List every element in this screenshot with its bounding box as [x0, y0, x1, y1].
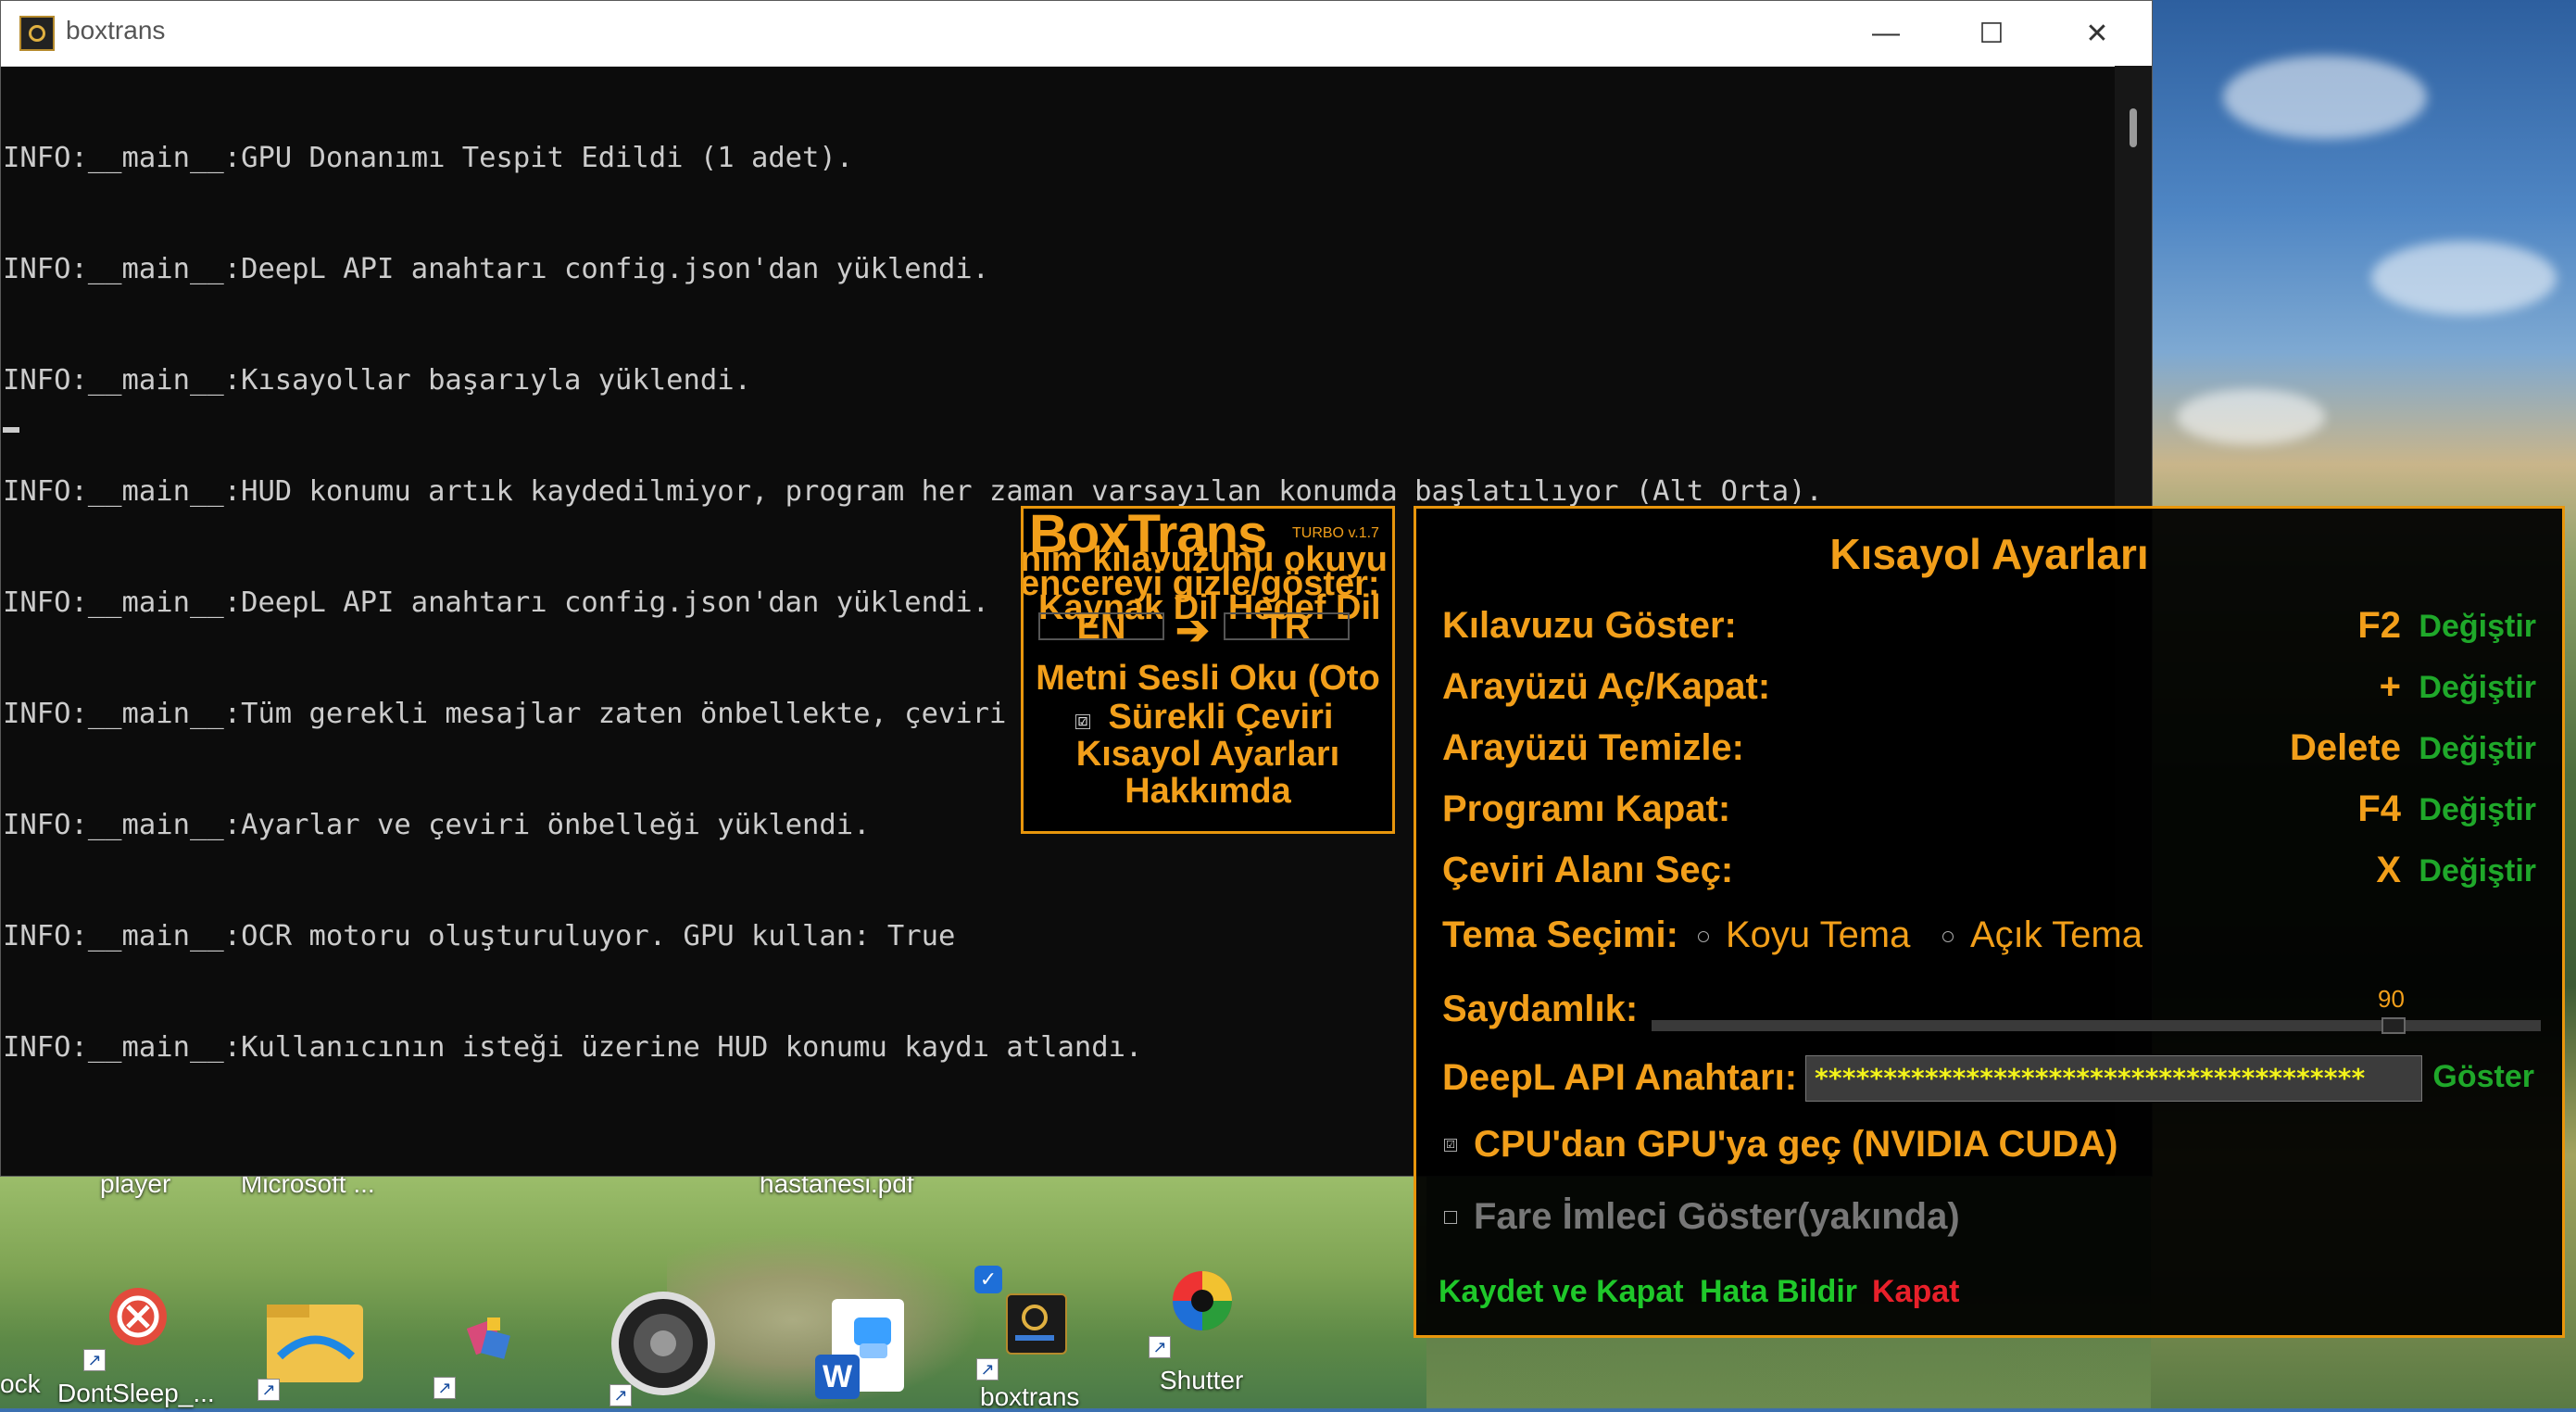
boxtrans-shortcut[interactable]: ✓ ↗ [974, 1266, 1082, 1380]
continuous-translate-label[interactable]: Sürekli Çeviri [1037, 698, 1392, 738]
light-theme-radio[interactable] [1942, 931, 1954, 942]
cursor-option-label: Fare İmleci Göster(yakında) [1474, 1196, 1960, 1237]
maximize-button[interactable]: ☐ [1939, 1, 2044, 66]
desktop-label-shutter[interactable]: Shutter [1160, 1366, 1243, 1395]
shortcut-settings-panel[interactable]: Kısayol Ayarları Kılavuzu Göster: F2 Değ… [1414, 506, 2565, 1338]
read-aloud-button[interactable]: Metni Sesli Oku (Oto [1024, 659, 1392, 699]
console-line: INFO:__main__:DeepL API anahtarı config.… [3, 253, 990, 285]
boxtrans-icon [1006, 1293, 1067, 1355]
shortcut-label-select-area: Çeviri Alanı Seç: [1442, 850, 1734, 890]
shortcut-key-select-area: X [2376, 850, 2401, 890]
speaker-shortcut[interactable]: ↗ [602, 1290, 715, 1406]
shortcut-label-clear-ui: Arayüzü Temizle: [1442, 727, 1744, 768]
api-key-label: DeepL API Anahtarı: [1442, 1057, 1798, 1098]
shortcut-arrow-icon: ↗ [83, 1349, 106, 1371]
gpu-checkbox[interactable]: ☑ [1444, 1139, 1457, 1152]
wallpaper-cloud [2177, 389, 2325, 445]
gpu-option-label[interactable]: CPU'dan GPU'ya geç (NVIDIA CUDA) [1474, 1124, 2117, 1166]
speaker-icon [609, 1290, 717, 1397]
shortcut-key-guide: F2 [2357, 605, 2401, 646]
api-key-input[interactable]: **************************************** [1805, 1055, 2422, 1102]
file-explorer-icon [267, 1305, 363, 1382]
save-close-button[interactable]: Kaydet ve Kapat [1439, 1274, 1684, 1310]
cursor-checkbox [1444, 1211, 1457, 1224]
change-toggle-ui-button[interactable]: Değiştir [2419, 670, 2536, 706]
target-language-select[interactable]: TR [1224, 610, 1350, 645]
source-language-select[interactable]: EN [1038, 610, 1164, 645]
show-api-key-button[interactable]: Göster [2432, 1059, 2534, 1095]
report-bug-button[interactable]: Hata Bildir [1700, 1274, 1857, 1310]
change-select-area-button[interactable]: Değiştir [2419, 853, 2536, 889]
word-shortcut[interactable]: W [811, 1293, 919, 1399]
selected-check-icon: ✓ [974, 1266, 1002, 1293]
desktop-label-dontsleep[interactable]: DontSleep_... [57, 1379, 215, 1408]
window-title: boxtrans [66, 16, 166, 44]
change-clear-ui-button[interactable]: Değiştir [2419, 731, 2536, 767]
console-line: INFO:__main__:Kısayollar başarıyla yükle… [3, 364, 751, 397]
scroll-thumb[interactable] [2130, 108, 2137, 147]
change-close-program-button[interactable]: Değiştir [2419, 792, 2536, 828]
boxtrans-app-icon [19, 16, 55, 51]
wallpaper-cloud [2371, 241, 2557, 315]
theme-label: Tema Seçimi: [1442, 914, 1678, 955]
light-theme-label[interactable]: Açık Tema [1970, 914, 2142, 956]
opacity-slider-thumb[interactable] [2381, 1017, 2406, 1034]
opacity-value: 90 [2378, 985, 2405, 1013]
shortcut-label-toggle-ui: Arayüzü Aç/Kapat: [1442, 666, 1771, 707]
shortcut-label-guide: Kılavuzu Göster: [1442, 605, 1737, 646]
panel-title: Kısayol Ayarları [1829, 530, 2149, 578]
shortcut-key-close-program: F4 [2357, 788, 2401, 829]
maximize-icon: ☐ [1979, 18, 2004, 49]
close-icon: ✕ [2085, 18, 2109, 49]
shortcut-arrow-icon: ↗ [258, 1379, 280, 1401]
word-icon: W [815, 1355, 860, 1399]
boxtrans-hud[interactable]: BoxTrans TURBO v.1.7 nım kılavuzunu okuy… [1021, 506, 1395, 834]
wallpaper-cloud [2223, 56, 2427, 139]
title-bar[interactable]: boxtrans — ☐ ✕ [1, 1, 2152, 67]
minimize-icon: — [1872, 18, 1900, 48]
close-panel-button[interactable]: Kapat [1872, 1274, 1959, 1310]
shortcut-settings-button[interactable]: Kısayol Ayarları [1024, 735, 1392, 775]
desktop-label-lock[interactable]: ock [0, 1369, 41, 1399]
console-line: INFO:__main__:GPU Donanımı Tespit Edildi… [3, 142, 854, 174]
dark-theme-label[interactable]: Koyu Tema [1726, 914, 1910, 956]
console-line: INFO:__main__:HUD konumu artık kaydedilm… [3, 475, 1823, 508]
shortcut-arrow-icon: ↗ [1149, 1336, 1171, 1358]
file-explorer-shortcut[interactable]: ↗ [258, 1297, 365, 1401]
shortcut-arrow-icon: ↗ [609, 1384, 632, 1406]
shutter-icon [1171, 1269, 1234, 1332]
shortcut-key-clear-ui: Delete [2289, 727, 2401, 768]
opacity-slider-track[interactable] [1652, 1020, 2541, 1031]
dontsleep-icon [109, 1288, 167, 1345]
paint-tool-icon [466, 1316, 513, 1362]
dontsleep-shortcut[interactable]: ↗ [83, 1262, 191, 1371]
shortcut-arrow-icon: ↗ [976, 1358, 999, 1380]
close-button[interactable]: ✕ [2044, 1, 2150, 66]
shortcut-key-toggle-ui: + [2379, 666, 2401, 707]
shortcut-arrow-icon: ↗ [434, 1377, 456, 1399]
shutter-shortcut[interactable]: ↗ [1149, 1260, 1256, 1362]
desktop-label-boxtrans[interactable]: boxtrans [980, 1382, 1079, 1412]
dark-theme-radio[interactable] [1698, 931, 1709, 942]
text-cursor [3, 427, 19, 433]
about-button[interactable]: Hakkımda [1024, 772, 1392, 812]
minimize-button[interactable]: — [1833, 1, 1939, 66]
paint-tool-shortcut[interactable]: ↗ [434, 1292, 541, 1399]
opacity-label: Saydamlık: [1442, 989, 1639, 1029]
change-guide-button[interactable]: Değiştir [2419, 609, 2536, 645]
swap-arrow-icon[interactable]: ➔ [1175, 607, 1210, 654]
shortcut-label-close-program: Programı Kapat: [1442, 788, 1731, 829]
